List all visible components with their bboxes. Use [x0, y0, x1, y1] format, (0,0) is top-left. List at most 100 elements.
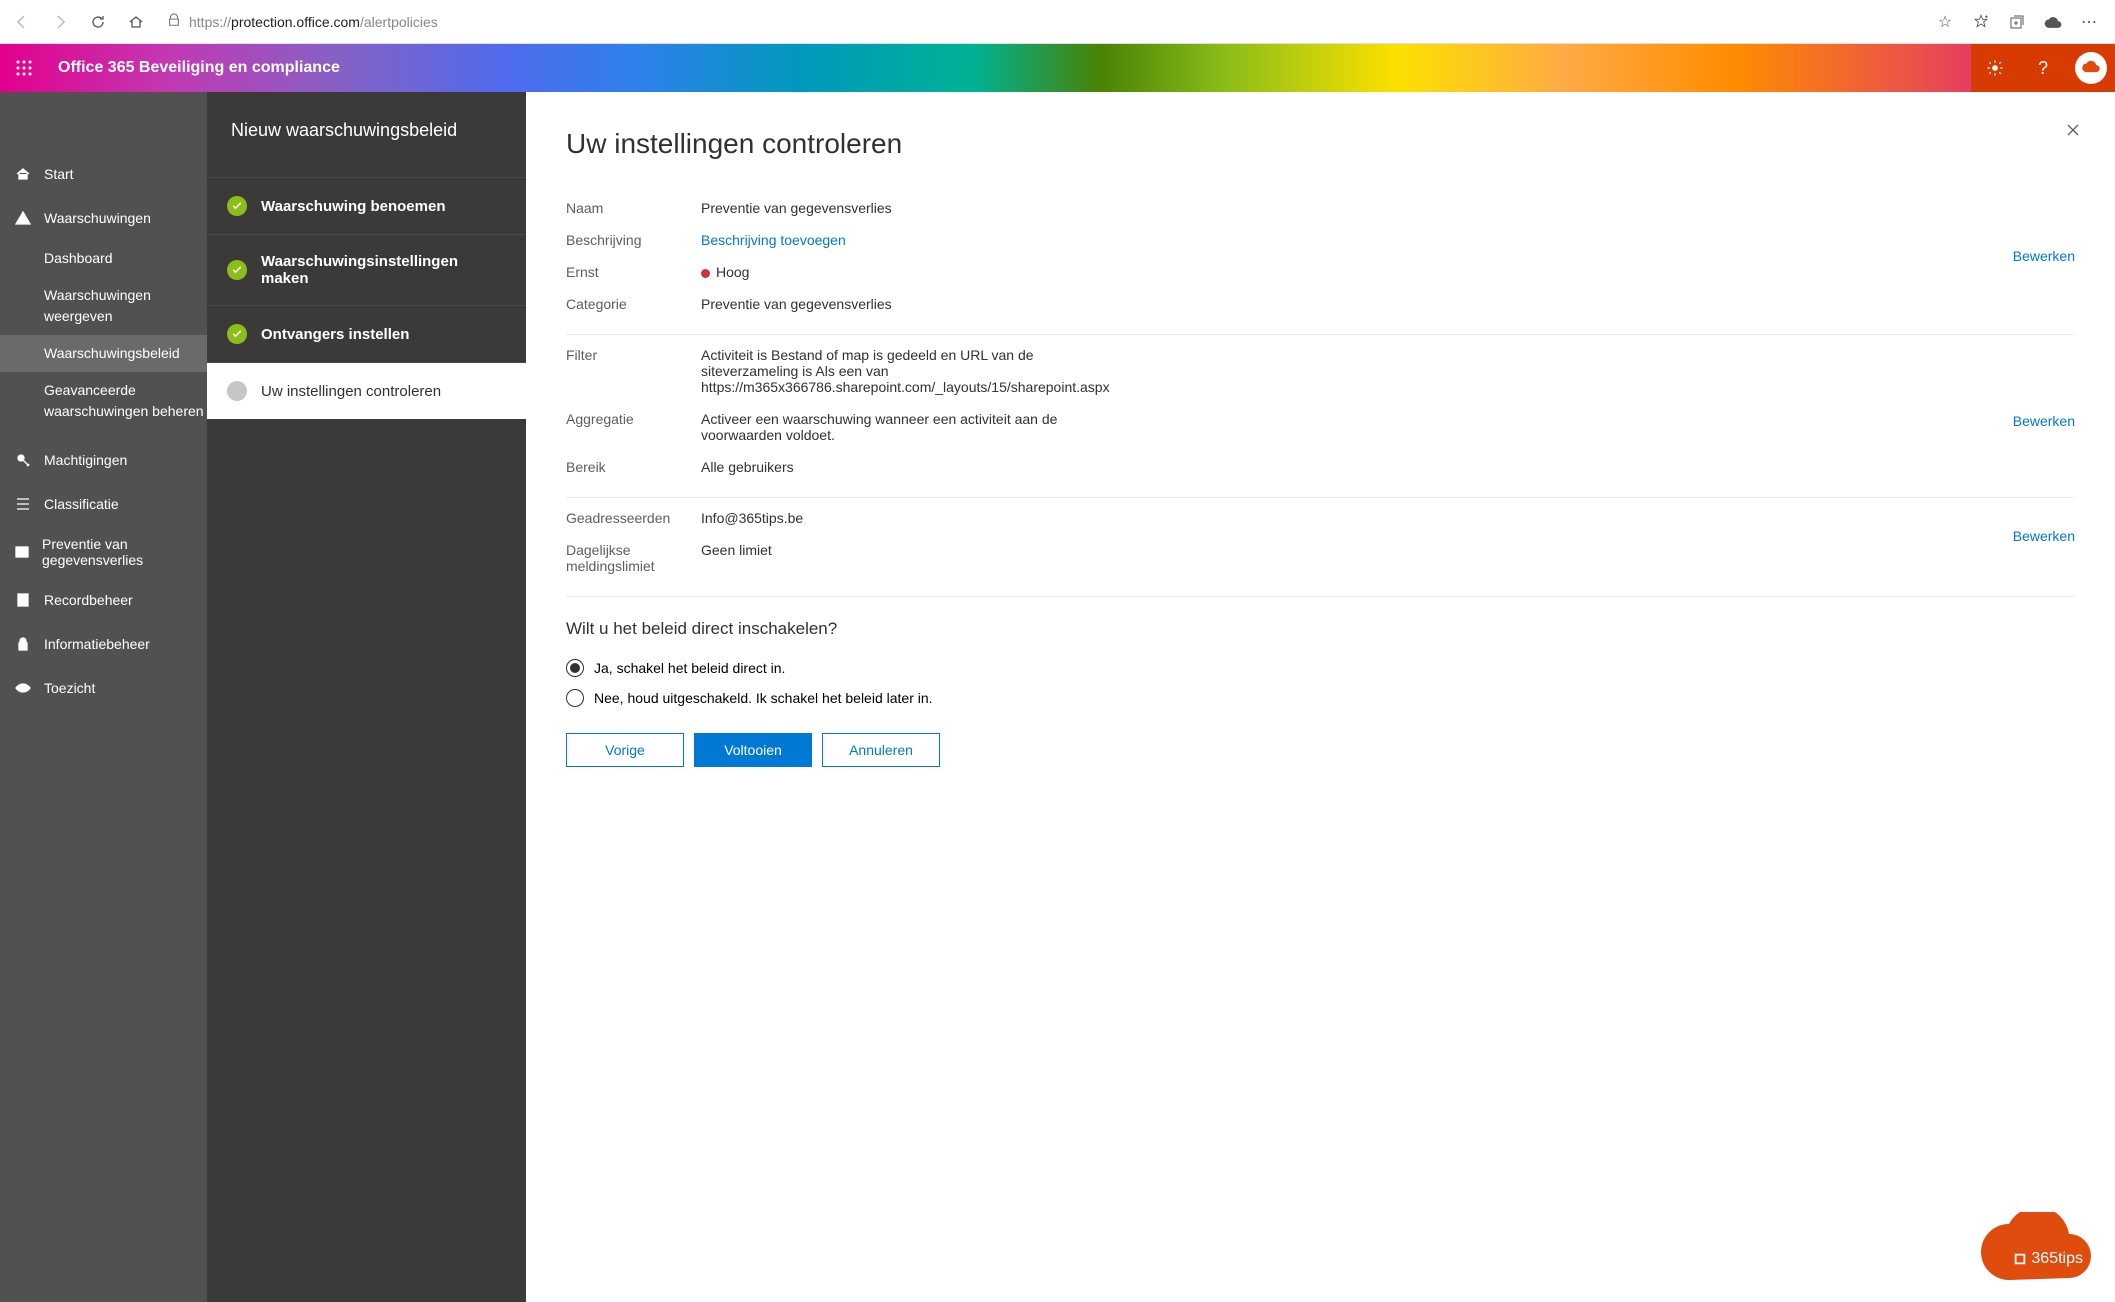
- radio-yes-label: Ja, schakel het beleid direct in.: [594, 660, 785, 676]
- value-daily-limit: Geen limiet: [701, 542, 1121, 574]
- url-text: https://protection.office.com/alertpolic…: [189, 14, 438, 30]
- label-filter: Filter: [566, 347, 701, 395]
- lock-icon: [167, 13, 181, 30]
- radio-no-label: Nee, houd uitgeschakeld. Ik schakel het …: [594, 690, 933, 706]
- value-scope: Alle gebruikers: [701, 459, 1121, 475]
- classification-icon: [14, 496, 32, 512]
- summary-group-basic: Bewerken NaamPreventie van gegevensverli…: [566, 188, 2075, 335]
- nav-alerts-label: Waarschuwingen: [44, 210, 151, 226]
- cloud-icon[interactable]: [2037, 6, 2069, 38]
- panel-heading: Uw instellingen controleren: [566, 128, 2075, 160]
- nav-records[interactable]: Recordbeheer: [0, 578, 207, 622]
- radio-enable-no[interactable]: Nee, houd uitgeschakeld. Ik schakel het …: [566, 683, 2075, 713]
- wizard-steps: Nieuw waarschuwingsbeleid Waarschuwing b…: [207, 92, 526, 1302]
- nav-infogov-label: Informatiebeheer: [44, 636, 150, 652]
- dlp-icon: [14, 544, 30, 560]
- left-nav: Start Waarschuwingen Dashboard Waarschuw…: [0, 92, 207, 1302]
- nav-classification[interactable]: Classificatie: [0, 482, 207, 526]
- step-current-icon: [227, 381, 247, 401]
- value-filter: Activiteit is Bestand of map is gedeeld …: [701, 347, 1121, 395]
- wizard-title: Nieuw waarschuwingsbeleid: [207, 92, 526, 177]
- favorites-icon[interactable]: [1965, 6, 1997, 38]
- edit-link-conditions[interactable]: Bewerken: [2013, 413, 2075, 429]
- nav-classification-label: Classificatie: [44, 496, 119, 512]
- label-scope: Bereik: [566, 459, 701, 475]
- nav-sub-policies[interactable]: Waarschuwingsbeleid: [0, 335, 207, 372]
- lock-icon: [14, 636, 32, 652]
- check-icon: [227, 260, 247, 280]
- alert-icon: [14, 210, 32, 226]
- check-icon: [227, 324, 247, 344]
- forward-button[interactable]: [44, 6, 76, 38]
- value-recipients: Info@365tips.be: [701, 510, 1121, 526]
- wizard-step-3[interactable]: Ontvangers instellen: [207, 305, 526, 362]
- address-bar[interactable]: https://protection.office.com/alertpolic…: [158, 7, 1923, 37]
- back-button[interactable]: Vorige: [566, 733, 684, 767]
- app-launcher-icon[interactable]: [0, 44, 48, 92]
- value-category: Preventie van gegevensverlies: [701, 296, 1121, 312]
- radio-icon: [566, 689, 584, 707]
- edit-link-basic[interactable]: Bewerken: [2013, 248, 2075, 264]
- cancel-button[interactable]: Annuleren: [822, 733, 940, 767]
- review-panel: Uw instellingen controleren Bewerken Naa…: [526, 92, 2115, 1302]
- wizard-step-3-label: Ontvangers instellen: [261, 326, 409, 343]
- label-aggregation: Aggregatie: [566, 411, 701, 443]
- label-name: Naam: [566, 200, 701, 216]
- wizard-step-1[interactable]: Waarschuwing benoemen: [207, 177, 526, 234]
- check-icon: [227, 196, 247, 216]
- nav-permissions[interactable]: Machtigingen: [0, 438, 207, 482]
- eye-icon: [14, 680, 32, 696]
- wizard-step-4[interactable]: Uw instellingen controleren: [207, 362, 526, 419]
- value-description-link[interactable]: Beschrijving toevoegen: [701, 232, 1121, 248]
- nav-dlp-label: Preventie van gegevensverlies: [42, 536, 193, 568]
- nav-alerts[interactable]: Waarschuwingen: [0, 196, 207, 240]
- suite-header: Office 365 Beveiliging en compliance ?: [0, 44, 2115, 92]
- finish-button[interactable]: Voltooien: [694, 733, 812, 767]
- label-description: Beschrijving: [566, 232, 701, 248]
- value-aggregation: Activeer een waarschuwing wanneer een ac…: [701, 411, 1121, 443]
- close-button[interactable]: [2059, 116, 2087, 144]
- value-name: Preventie van gegevensverlies: [701, 200, 1121, 216]
- home-button[interactable]: [120, 6, 152, 38]
- refresh-button[interactable]: [82, 6, 114, 38]
- suite-title[interactable]: Office 365 Beveiliging en compliance: [48, 59, 350, 77]
- enable-prompt: Wilt u het beleid direct inschakelen?: [566, 619, 2075, 639]
- severity-dot-icon: [701, 269, 710, 278]
- brand-label: 365tips: [2031, 1250, 2083, 1268]
- wizard-step-2[interactable]: Waarschuwingsinstellingen maken: [207, 234, 526, 305]
- nav-sub-view[interactable]: Waarschuwingen weergeven: [0, 277, 207, 335]
- label-category: Categorie: [566, 296, 701, 312]
- radio-icon: [566, 659, 584, 677]
- label-daily-limit: Dagelijkse meldingslimiet: [566, 542, 701, 574]
- wizard-step-1-label: Waarschuwing benoemen: [261, 198, 445, 215]
- brand-cloud-badge: 365tips: [1977, 1212, 2097, 1284]
- collections-icon[interactable]: [2001, 6, 2033, 38]
- nav-start-label: Start: [44, 166, 74, 182]
- summary-group-recipients: Bewerken GeadresseerdenInfo@365tips.be D…: [566, 498, 2075, 597]
- back-button[interactable]: [6, 6, 38, 38]
- account-button[interactable]: [2067, 44, 2115, 92]
- radio-enable-yes[interactable]: Ja, schakel het beleid direct in.: [566, 653, 2075, 683]
- nav-dlp[interactable]: Preventie van gegevensverlies: [0, 526, 207, 578]
- help-icon[interactable]: ?: [2019, 44, 2067, 92]
- settings-icon[interactable]: [1971, 44, 2019, 92]
- more-icon[interactable]: ⋯: [2073, 6, 2105, 38]
- nav-supervision-label: Toezicht: [44, 680, 95, 696]
- nav-start[interactable]: Start: [0, 152, 207, 196]
- label-severity: Ernst: [566, 264, 701, 280]
- nav-sub-dashboard[interactable]: Dashboard: [0, 240, 207, 277]
- nav-infogov[interactable]: Informatiebeheer: [0, 622, 207, 666]
- nav-sub-advanced[interactable]: Geavanceerde waarschuwingen beheren: [0, 372, 207, 430]
- value-severity: Hoog: [701, 264, 1121, 280]
- records-icon: [14, 592, 32, 608]
- permissions-icon: [14, 452, 32, 468]
- nav-permissions-label: Machtigingen: [44, 452, 127, 468]
- read-aloud-icon[interactable]: ☆: [1929, 6, 1961, 38]
- avatar: [2075, 52, 2107, 84]
- edit-link-recipients[interactable]: Bewerken: [2013, 528, 2075, 544]
- browser-toolbar: https://protection.office.com/alertpolic…: [0, 0, 2115, 44]
- summary-group-conditions: Bewerken FilterActiviteit is Bestand of …: [566, 335, 2075, 498]
- nav-supervision[interactable]: Toezicht: [0, 666, 207, 710]
- nav-records-label: Recordbeheer: [44, 592, 133, 608]
- label-recipients: Geadresseerden: [566, 510, 701, 526]
